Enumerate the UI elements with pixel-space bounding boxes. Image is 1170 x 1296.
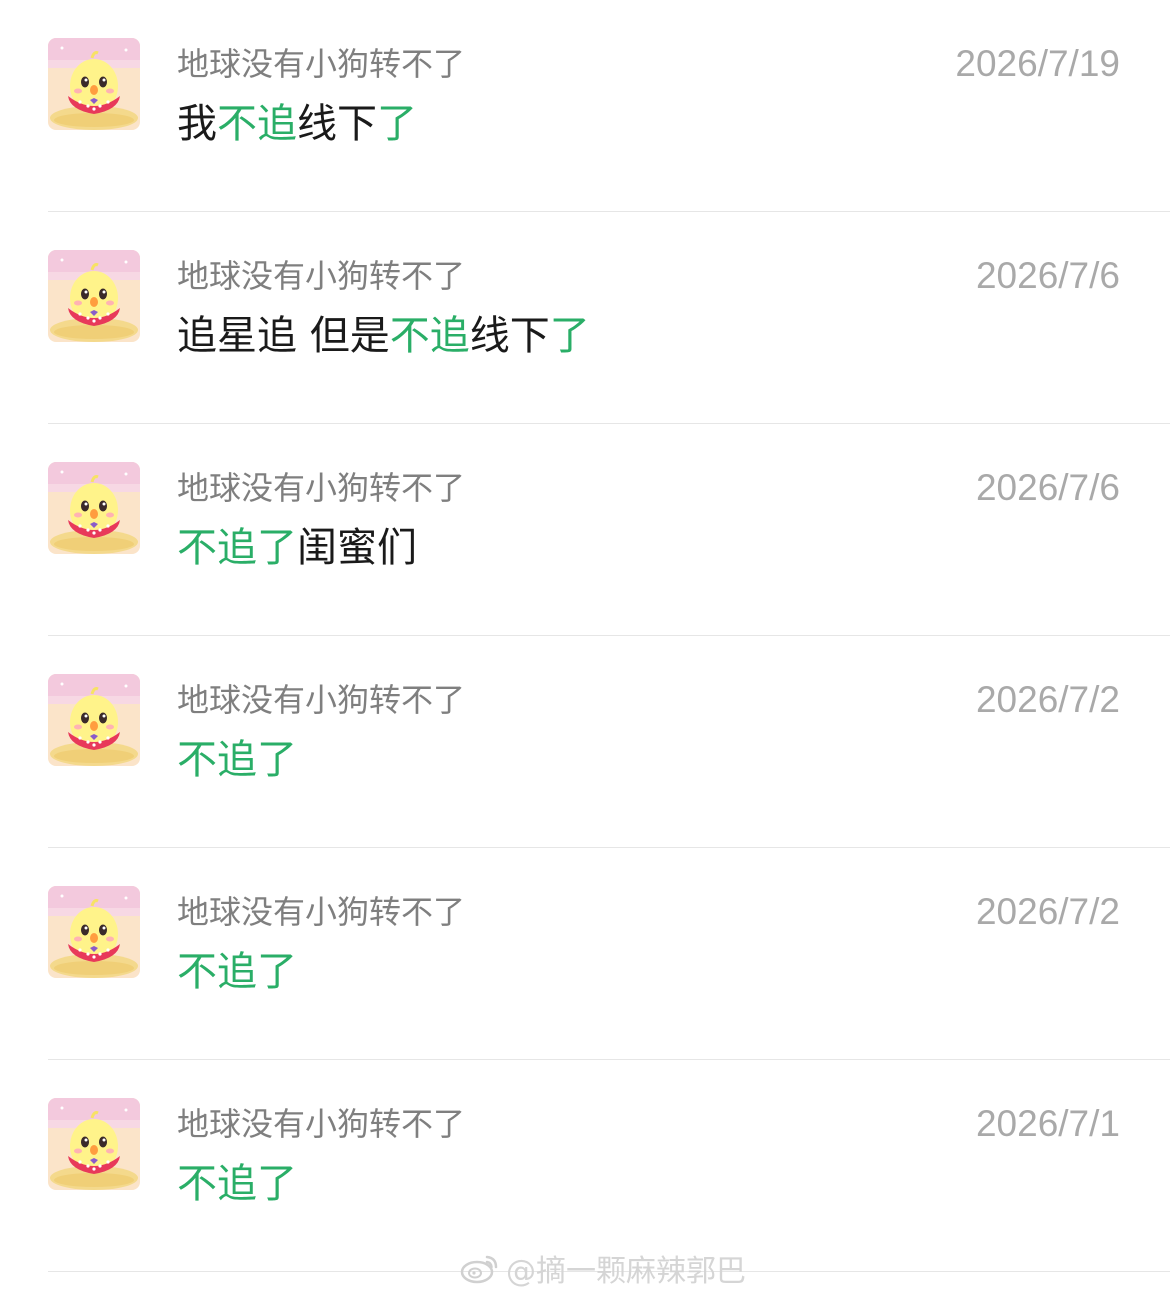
chick-avatar-icon [48, 38, 140, 130]
chick-avatar-icon [48, 1098, 140, 1190]
chick-avatar-icon [48, 886, 140, 978]
comment-text: 不追了闺蜜们 [177, 522, 417, 574]
highlighted-text: 不追了 [177, 1161, 297, 1207]
comment-list: 地球没有小狗转不了 2026/7/19 我不追线下了 地球没有小狗转不了 202… [0, 0, 1170, 1272]
comment-item[interactable]: 地球没有小狗转不了 2026/7/2 不追了 [0, 636, 1170, 848]
watermark: @摘一颗麻辣郭巴 [460, 1246, 746, 1290]
comment-text: 我不追线下了 [177, 98, 417, 150]
text-segment: 我 [177, 101, 217, 147]
avatar[interactable] [48, 674, 140, 766]
chick-avatar-icon [48, 250, 140, 342]
username[interactable]: 地球没有小狗转不了 [177, 44, 465, 84]
text-segment: 线下 [469, 313, 550, 359]
username[interactable]: 地球没有小狗转不了 [177, 468, 465, 508]
timestamp: 2026/7/19 [955, 43, 1120, 84]
avatar[interactable] [48, 250, 140, 342]
timestamp: 2026/7/2 [975, 891, 1120, 932]
highlighted-text: 了 [377, 101, 417, 147]
highlighted-text: 不追了 [177, 525, 297, 571]
timestamp: 2026/7/6 [975, 255, 1120, 296]
comment-item[interactable]: 地球没有小狗转不了 2026/7/6 追星追 但是不追线下了 [0, 212, 1170, 424]
avatar[interactable] [48, 38, 140, 130]
comment-text: 不追了 [177, 946, 297, 998]
comment-item[interactable]: 地球没有小狗转不了 2026/7/2 不追了 [0, 848, 1170, 1060]
highlighted-text: 不追了 [177, 737, 297, 783]
highlighted-text: 不追 [389, 313, 470, 359]
username[interactable]: 地球没有小狗转不了 [177, 1104, 465, 1144]
comment-item[interactable]: 地球没有小狗转不了 2026/7/6 不追了闺蜜们 [0, 424, 1170, 636]
timestamp: 2026/7/2 [975, 679, 1120, 720]
text-segment: 线下 [297, 101, 377, 147]
avatar[interactable] [48, 462, 140, 554]
highlighted-text: 不追 [217, 101, 297, 147]
comment-item[interactable]: 地球没有小狗转不了 2026/7/19 我不追线下了 [0, 0, 1170, 212]
comment-text: 不追了 [177, 734, 297, 786]
timestamp: 2026/7/1 [975, 1103, 1120, 1144]
weibo-icon [460, 1255, 498, 1284]
watermark-text: @摘一颗麻辣郭巴 [506, 1254, 746, 1289]
highlighted-text: 了 [549, 313, 590, 359]
avatar[interactable] [48, 886, 140, 978]
chick-avatar-icon [48, 462, 140, 554]
highlighted-text: 不追了 [177, 949, 297, 995]
username[interactable]: 地球没有小狗转不了 [177, 892, 465, 932]
text-segment: 追星追 但是 [177, 313, 390, 359]
comment-item[interactable]: 地球没有小狗转不了 2026/7/1 不追了 [0, 1060, 1170, 1272]
avatar[interactable] [48, 1098, 140, 1190]
timestamp: 2026/7/6 [975, 467, 1120, 508]
username[interactable]: 地球没有小狗转不了 [177, 256, 465, 296]
comment-text: 不追了 [177, 1158, 297, 1210]
username[interactable]: 地球没有小狗转不了 [177, 680, 465, 720]
text-segment: 闺蜜们 [297, 525, 417, 571]
comment-text: 追星追 但是不追线下了 [177, 310, 590, 362]
chick-avatar-icon [48, 674, 140, 766]
